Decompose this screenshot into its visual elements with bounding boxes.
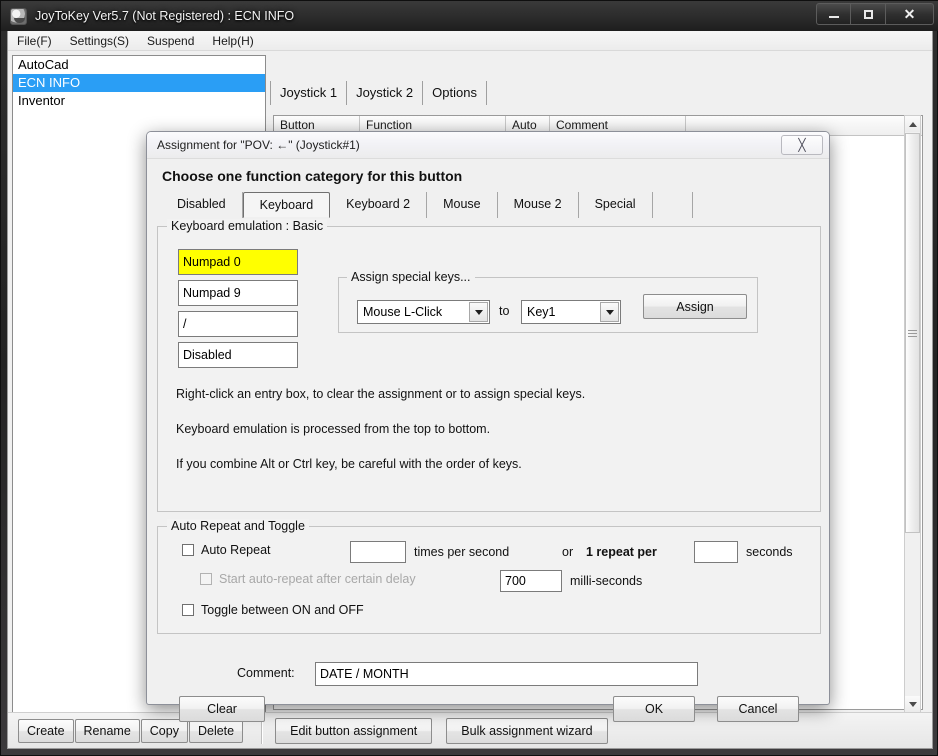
tab-special[interactable]: Special xyxy=(579,192,653,218)
assign-special-keys-group: Assign special keys... Mouse L-Click to … xyxy=(338,270,758,333)
grip-icon xyxy=(908,328,917,339)
seconds-input[interactable] xyxy=(694,541,738,563)
or-label: or xyxy=(562,545,574,559)
keyboard-group-legend: Keyboard emulation : Basic xyxy=(167,219,328,233)
menu-file[interactable]: File(F) xyxy=(8,32,61,50)
window-title: JoyToKey Ver5.7 (Not Registered) : ECN I… xyxy=(35,9,295,23)
menu-bar: File(F) Settings(S) Suspend Help(H) xyxy=(8,31,932,51)
scroll-up-button[interactable] xyxy=(905,116,920,132)
key-entry-list: Numpad 0 Numpad 9 / Disabled xyxy=(178,249,298,373)
maximize-icon xyxy=(863,9,873,19)
one-repeat-per-label: 1 repeat per xyxy=(586,545,657,559)
seconds-label: seconds xyxy=(746,545,793,559)
tab-joystick-2[interactable]: Joystick 2 xyxy=(346,81,422,105)
special-key-source-select[interactable]: Mouse L-Click xyxy=(357,300,490,324)
special-key-connector-label: to xyxy=(499,304,510,318)
special-key-target-select[interactable]: Key1 xyxy=(521,300,621,324)
maximize-button[interactable] xyxy=(851,3,886,25)
auto-repeat-checkbox[interactable] xyxy=(182,544,194,556)
key-entry-4[interactable]: Disabled xyxy=(178,342,298,368)
tab-mouse[interactable]: Mouse xyxy=(427,192,498,218)
dialog-button-row: Clear OK Cancel xyxy=(157,696,821,724)
minimize-button[interactable] xyxy=(816,3,851,25)
assignment-dialog: Assignment for "POV: ←" (Joystick#1) ╳ C… xyxy=(146,131,830,722)
assign-button[interactable]: Assign xyxy=(643,294,747,319)
dialog-body: Choose one function category for this bu… xyxy=(157,164,821,722)
minimize-icon xyxy=(828,16,839,18)
chevron-up-icon xyxy=(908,121,917,127)
ok-button[interactable]: OK xyxy=(613,696,695,722)
dialog-title-bar: Assignment for "POV: ←" (Joystick#1) ╳ xyxy=(147,132,829,159)
vertical-scrollbar[interactable] xyxy=(904,115,921,713)
joystick-icon xyxy=(10,7,27,25)
dialog-close-button[interactable]: ╳ xyxy=(781,135,823,155)
special-keys-legend: Assign special keys... xyxy=(347,270,475,284)
close-button[interactable]: ✕ xyxy=(886,3,934,25)
tab-mouse-2[interactable]: Mouse 2 xyxy=(498,192,579,218)
clear-button[interactable]: Clear xyxy=(179,696,265,722)
window-controls: ✕ xyxy=(816,3,934,25)
title-bar: JoyToKey Ver5.7 (Not Registered) : ECN I… xyxy=(1,1,938,31)
cancel-button[interactable]: Cancel xyxy=(717,696,799,722)
toggle-checkbox[interactable] xyxy=(182,604,194,616)
key-entry-1[interactable]: Numpad 0 xyxy=(178,249,298,275)
keyboard-emulation-group: Keyboard emulation : Basic Numpad 0 Nump… xyxy=(157,219,821,512)
close-icon: ✕ xyxy=(903,6,916,22)
key-entry-2[interactable]: Numpad 9 xyxy=(178,280,298,306)
comment-label: Comment: xyxy=(237,666,295,680)
start-delay-checkbox[interactable] xyxy=(200,573,212,585)
tab-keyboard-2[interactable]: Keyboard 2 xyxy=(330,192,428,218)
menu-settings[interactable]: Settings(S) xyxy=(61,32,138,50)
tab-options[interactable]: Options xyxy=(422,81,487,105)
times-per-second-input[interactable] xyxy=(350,541,406,563)
chevron-down-icon[interactable] xyxy=(469,302,488,322)
menu-help[interactable]: Help(H) xyxy=(203,32,262,50)
hint-line-1: Right-click an entry box, to clear the a… xyxy=(176,387,586,401)
hint-line-3: If you combine Alt or Ctrl key, be caref… xyxy=(176,457,522,471)
menu-suspend[interactable]: Suspend xyxy=(138,32,203,50)
tab-joystick-1[interactable]: Joystick 1 xyxy=(270,81,346,105)
special-key-source-value: Mouse L-Click xyxy=(363,305,443,319)
delay-units-label: milli-seconds xyxy=(570,574,643,588)
hint-line-2: Keyboard emulation is processed from the… xyxy=(176,422,491,436)
list-item[interactable]: Inventor xyxy=(13,92,265,110)
key-entry-3[interactable]: / xyxy=(178,311,298,337)
auto-repeat-group-legend: Auto Repeat and Toggle xyxy=(167,519,309,533)
chevron-down-icon[interactable] xyxy=(600,302,619,322)
scrollbar-thumb[interactable] xyxy=(905,133,920,533)
tab-keyboard[interactable]: Keyboard xyxy=(242,192,331,218)
auto-repeat-label: Auto Repeat xyxy=(201,543,271,557)
tab-filler xyxy=(653,192,693,218)
start-delay-label: Start auto-repeat after certain delay xyxy=(219,572,416,586)
create-button[interactable]: Create xyxy=(18,718,74,743)
scroll-down-button[interactable] xyxy=(905,696,920,712)
dialog-title: Assignment for "POV: ←" (Joystick#1) xyxy=(157,138,360,152)
toggle-label: Toggle between ON and OFF xyxy=(201,603,364,617)
times-per-second-label: times per second xyxy=(414,545,510,559)
delay-input[interactable]: 700 xyxy=(500,570,562,592)
dialog-heading: Choose one function category for this bu… xyxy=(162,168,463,184)
tab-disabled[interactable]: Disabled xyxy=(161,192,243,218)
special-key-target-value: Key1 xyxy=(527,305,556,319)
list-item[interactable]: AutoCad xyxy=(13,56,265,74)
comment-input[interactable]: DATE / MONTH xyxy=(315,662,698,686)
list-item[interactable]: ECN INFO xyxy=(13,74,265,92)
chevron-down-icon xyxy=(908,701,917,707)
joystick-tab-bar: Joystick 1 Joystick 2 Options xyxy=(270,81,487,105)
auto-repeat-toggle-group: Auto Repeat and Toggle Auto Repeat times… xyxy=(157,519,821,634)
rename-button[interactable]: Rename xyxy=(74,718,140,743)
application-window: JoyToKey Ver5.7 (Not Registered) : ECN I… xyxy=(0,0,938,756)
category-tab-bar: Disabled Keyboard Keyboard 2 Mouse Mouse… xyxy=(161,192,821,218)
